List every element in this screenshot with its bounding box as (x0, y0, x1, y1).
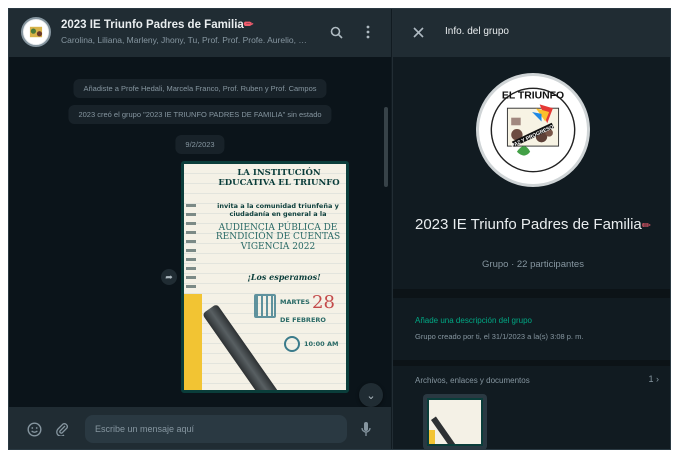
group-meta: Grupo · 22 participantes (482, 259, 584, 270)
add-description-link[interactable]: Añade una descripción del grupo (415, 316, 532, 325)
chat-title-text: 2023 IE Triunfo Padres de Familia (61, 19, 244, 31)
chat-pane: 2023 IE Triunfo Padres de Familia✏ Carol… (9, 9, 391, 449)
chevron-down-icon[interactable]: ⌄ (359, 383, 383, 407)
pencil-emoji: ✏ (243, 19, 254, 31)
attach-icon[interactable] (53, 420, 71, 438)
group-profile: EL TRIUNFO PAZ Y PROGRESO 2023 IE Triunf… (393, 57, 670, 289)
group-name-text: 2023 IE Triunfo Padres de Familia (414, 216, 642, 233)
group-description-section: Añade una descripción del grupo Grupo cr… (393, 298, 670, 360)
group-avatar[interactable] (21, 17, 51, 47)
scrollbar[interactable] (384, 107, 388, 187)
chat-header[interactable]: 2023 IE Triunfo Padres de Familia✏ Carol… (9, 9, 391, 57)
system-message: 2023 creó el grupo "2023 IE TRIUNFO PADR… (68, 105, 332, 124)
pencil-decoration (184, 294, 202, 390)
message-input[interactable] (85, 415, 347, 443)
poster-institution: LA INSTITUCIÓN EDUCATIVA EL TRIUNFO (218, 168, 340, 188)
close-icon[interactable] (409, 23, 427, 41)
compose-bar (9, 407, 391, 449)
emoji-icon[interactable] (25, 420, 43, 438)
media-count[interactable]: 1 › (648, 374, 659, 384)
forward-icon[interactable]: ➦ (161, 269, 177, 285)
calendar-icon (254, 294, 276, 318)
clock-icon (284, 336, 300, 352)
group-name: 2023 IE Triunfo Padres de Familia✏ (403, 215, 663, 235)
media-label: Archivos, enlaces y documentos (415, 376, 530, 385)
microphone-icon[interactable] (357, 420, 375, 438)
poster-invitation: invita a la comunidad triunfeña y ciudad… (217, 202, 339, 218)
message-list[interactable]: Añadiste a Profe Hedali, Marcela Franco,… (9, 57, 391, 407)
pencil-emoji: ✏ (641, 220, 651, 232)
thumbnail-pen (431, 416, 459, 444)
system-message: Añadiste a Profe Hedali, Marcela Franco,… (73, 79, 327, 98)
poster-tagline: ¡Los esperamos! (247, 272, 321, 282)
logo-top-text: EL TRIUNFO (502, 91, 564, 102)
poster-image-message[interactable]: LA INSTITUCIÓN EDUCATIVA EL TRIUNFO invi… (181, 161, 349, 393)
group-info-panel: Info. del grupo EL TRIUNFO PAZ Y PROGRES… (392, 9, 670, 449)
chat-members: Carolina, Liliana, Marleny, Jhony, Tu, P… (61, 35, 311, 45)
thumbnail-image (427, 398, 483, 446)
poster-day-label: MARTES (280, 298, 310, 306)
section-divider (393, 289, 670, 298)
group-info-title: Info. del grupo (445, 26, 509, 37)
date-separator: 9/2/2023 (175, 135, 225, 154)
poster-month: DE FEBRERO (280, 316, 326, 324)
menu-dots-icon[interactable] (359, 23, 377, 41)
group-created-info: Grupo creado por ti, el 31/1/2023 a la(s… (415, 332, 584, 341)
search-icon[interactable] (327, 23, 345, 41)
poster-audience-title: AUDIENCIA PÚBLICA DE RENDICIÓN DE CUENTA… (215, 223, 341, 252)
poster-day-number: 28 (312, 292, 335, 313)
group-info-header: Info. del grupo (393, 9, 670, 57)
media-section[interactable]: Archivos, enlaces y documentos 1 › (393, 366, 670, 449)
group-logo[interactable]: EL TRIUNFO PAZ Y PROGRESO (476, 73, 590, 187)
media-thumbnail[interactable] (423, 394, 487, 449)
thumbnail-pencil-decoration (429, 430, 435, 444)
chat-title[interactable]: 2023 IE Triunfo Padres de Familia✏ (61, 17, 253, 31)
message-input-box[interactable] (85, 415, 347, 443)
whatsapp-window: 2023 IE Triunfo Padres de Familia✏ Carol… (8, 8, 671, 450)
poster-time: 10:00 AM (304, 340, 339, 348)
